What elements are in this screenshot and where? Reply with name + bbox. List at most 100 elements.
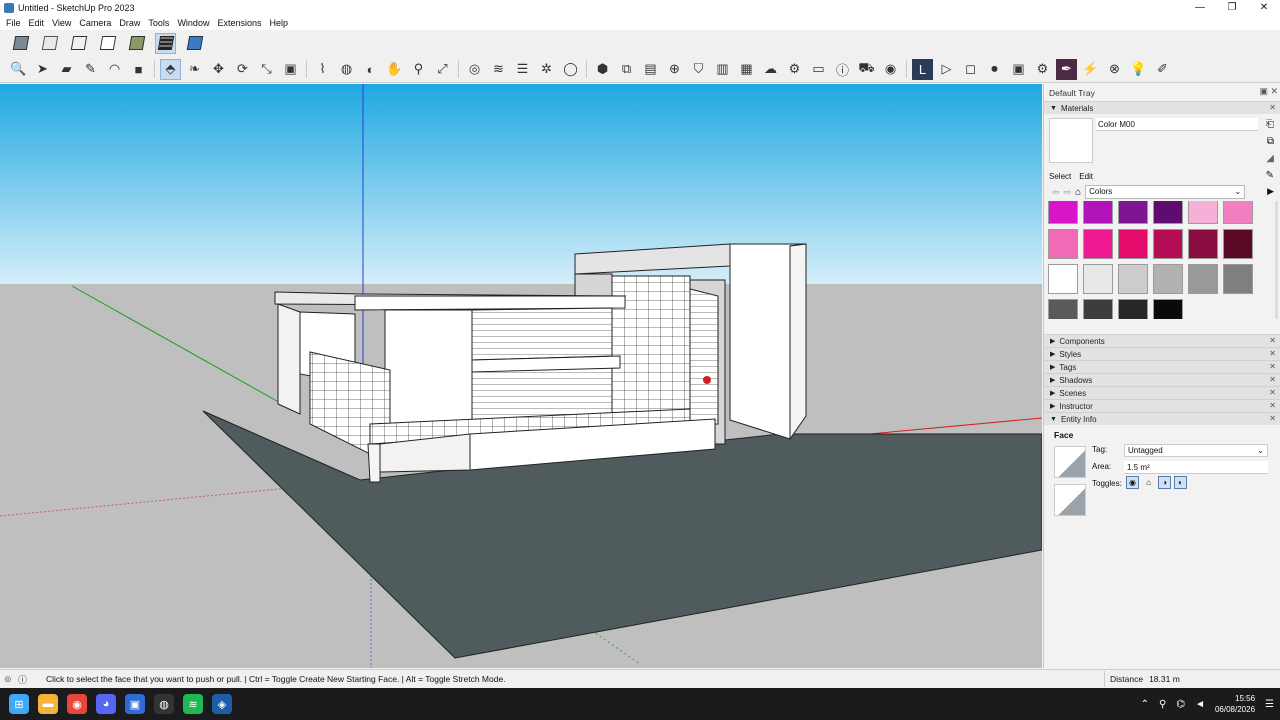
panel-close-icon[interactable]: ✕ — [1269, 414, 1276, 423]
panel-close-icon[interactable]: ✕ — [1269, 401, 1276, 410]
home-icon[interactable]: ⌂ — [1075, 187, 1081, 198]
wireframe-style-icon[interactable] — [68, 33, 89, 54]
material-swatch[interactable] — [1153, 201, 1183, 224]
menu-extensions[interactable]: Extensions — [213, 18, 265, 28]
material-swatch[interactable] — [1223, 264, 1253, 294]
material-swatch[interactable] — [1048, 229, 1078, 259]
scenes-panel-header[interactable]: ▶ Scenes ✕ — [1044, 386, 1280, 399]
3d-viewport[interactable] — [0, 84, 1042, 668]
material-swatch[interactable] — [1083, 201, 1113, 224]
paint-bucket-tool-icon[interactable]: ◍ — [336, 59, 357, 80]
stop-tool-icon[interactable]: ◻ — [960, 59, 981, 80]
play-tool-icon[interactable]: ▷ — [936, 59, 957, 80]
hidden-line-style-icon[interactable] — [97, 33, 118, 54]
menu-draw[interactable]: Draw — [115, 18, 144, 28]
lightning-tool-icon[interactable]: ⚡ — [1080, 59, 1101, 80]
material-swatch[interactable] — [1153, 229, 1183, 259]
material-swatch[interactable] — [1223, 229, 1253, 259]
entity-info-panel-header[interactable]: ▼ Entity Info ✕ — [1044, 412, 1280, 425]
material-swatch[interactable] — [1223, 201, 1253, 224]
bulb-tool-icon[interactable]: 💡 — [1128, 59, 1149, 80]
menu-edit[interactable]: Edit — [25, 18, 49, 28]
network-icon[interactable]: ⌬ — [1176, 699, 1185, 710]
offset-tool-icon[interactable]: ❧ — [184, 59, 205, 80]
tab-select[interactable]: Select — [1049, 172, 1071, 181]
info-icon[interactable]: ⓘ — [18, 673, 32, 686]
spotify-icon[interactable]: ≋ — [183, 694, 203, 714]
material-swatch[interactable] — [1118, 229, 1148, 259]
profile-tool-icon[interactable]: ◉ — [880, 59, 901, 80]
tags-panel-header[interactable]: ▶ Tags ✕ — [1044, 360, 1280, 373]
material-swatch[interactable] — [1188, 201, 1218, 224]
shaded-textures-style-icon[interactable] — [155, 32, 176, 54]
sketchup-icon[interactable]: ◈ — [212, 694, 232, 714]
line-tool-icon[interactable]: ✎ — [80, 59, 101, 80]
record-tool-icon[interactable]: ⏺ — [984, 59, 1005, 80]
components-panel-header[interactable]: ▶ Components ✕ — [1044, 334, 1280, 347]
monochrome-style-icon[interactable] — [184, 33, 205, 54]
receive-shadows-toggle-icon[interactable]: ◐ — [1174, 476, 1187, 489]
lock-toggle-icon[interactable]: ⌂ — [1142, 476, 1155, 489]
checker-tool-icon[interactable]: ▦ — [736, 59, 757, 80]
zoom-extents-tool-icon[interactable]: 🔍 — [8, 59, 29, 80]
extensions-tool-icon[interactable]: ⚙ — [784, 59, 805, 80]
panel-close-icon[interactable]: ✕ — [1269, 375, 1276, 384]
material-swatch[interactable] — [1048, 299, 1078, 319]
rotate-tool-icon[interactable]: ⟳ — [232, 59, 253, 80]
3d-warehouse-tool-icon[interactable]: ⛉ — [688, 59, 709, 80]
zoom-tool-icon[interactable]: ⚲ — [408, 59, 429, 80]
layers-tool-icon[interactable]: ☰ — [512, 59, 533, 80]
default-material-icon[interactable]: ◢ — [1266, 153, 1274, 164]
material-swatch[interactable] — [1118, 299, 1148, 319]
menu-view[interactable]: View — [48, 18, 75, 28]
material-swatch[interactable] — [1188, 229, 1218, 259]
geolocation-icon[interactable]: ⊚ — [4, 674, 18, 685]
close-button[interactable]: ✕ — [1248, 0, 1280, 15]
pen-extension-tool-icon[interactable]: ✒ — [1056, 58, 1077, 80]
follow-me-tool-icon[interactable]: ▣ — [280, 59, 301, 80]
task-app-icon[interactable]: ▣ — [125, 694, 145, 714]
material-swatch[interactable] — [1188, 264, 1218, 294]
sample-paint-icon[interactable]: ✎ — [1266, 170, 1274, 181]
file-explorer-icon[interactable]: ▬ — [38, 694, 58, 714]
tag-dropdown[interactable]: Untagged ⌄ — [1124, 444, 1268, 457]
rectangle-tool-icon[interactable]: ■ — [128, 59, 149, 80]
material-swatch[interactable] — [1083, 299, 1113, 319]
material-swatch[interactable] — [1083, 264, 1113, 294]
tray-close-icon[interactable]: ✕ — [1270, 86, 1278, 97]
discord-icon[interactable]: ◕ — [96, 694, 116, 714]
select-tool-icon[interactable]: ➤ — [32, 59, 53, 80]
visible-toggle-icon[interactable]: ◉ — [1126, 476, 1139, 489]
panel-close-icon[interactable]: ✕ — [1269, 336, 1276, 345]
menu-camera[interactable]: Camera — [75, 18, 115, 28]
material-swatch[interactable] — [1153, 264, 1183, 294]
forward-icon[interactable]: ⇨ — [1064, 187, 1072, 198]
github-icon[interactable]: ◍ — [154, 694, 174, 714]
section-plane-tool-icon[interactable]: ◎ — [464, 59, 485, 80]
material-swatch[interactable] — [1118, 264, 1148, 294]
tape-measure-tool-icon[interactable]: ⌇ — [312, 59, 333, 80]
panel-close-icon[interactable]: ✕ — [1269, 349, 1276, 358]
add-location-tool-icon[interactable]: ⊕ — [664, 59, 685, 80]
eraser-tool-icon[interactable]: ▰ — [56, 59, 77, 80]
materials-panel-header[interactable]: ▼ Materials ✕ — [1044, 101, 1280, 114]
scale-tool-icon[interactable]: ⤡ — [256, 59, 277, 80]
material-swatch[interactable] — [1153, 299, 1183, 319]
material-swatch[interactable] — [1048, 264, 1078, 294]
material-preview-swatch[interactable] — [1049, 118, 1093, 163]
styles-panel-header[interactable]: ▶ Styles ✕ — [1044, 347, 1280, 360]
microphone-icon[interactable]: ⚲ — [1159, 699, 1166, 710]
volume-icon[interactable]: ◄ — [1195, 699, 1205, 710]
notification-icon[interactable]: ☰ — [1265, 699, 1274, 710]
info-tool-icon[interactable]: ⓘ — [832, 59, 853, 80]
create-material-icon[interactable]: ⧉ — [1267, 136, 1274, 147]
cancel-tool-icon[interactable]: ⊗ — [1104, 59, 1125, 80]
chrome-icon[interactable]: ◉ — [67, 694, 87, 714]
panel-close-icon[interactable]: ✕ — [1269, 388, 1276, 397]
material-swatch[interactable] — [1118, 201, 1148, 224]
orbit-tool-icon[interactable]: ◐ — [360, 59, 381, 80]
minimize-button[interactable]: — — [1184, 0, 1216, 15]
material-swatch[interactable] — [1083, 229, 1113, 259]
layout-tool-icon[interactable]: L — [912, 58, 933, 80]
back-edges-style-icon[interactable] — [39, 33, 60, 54]
